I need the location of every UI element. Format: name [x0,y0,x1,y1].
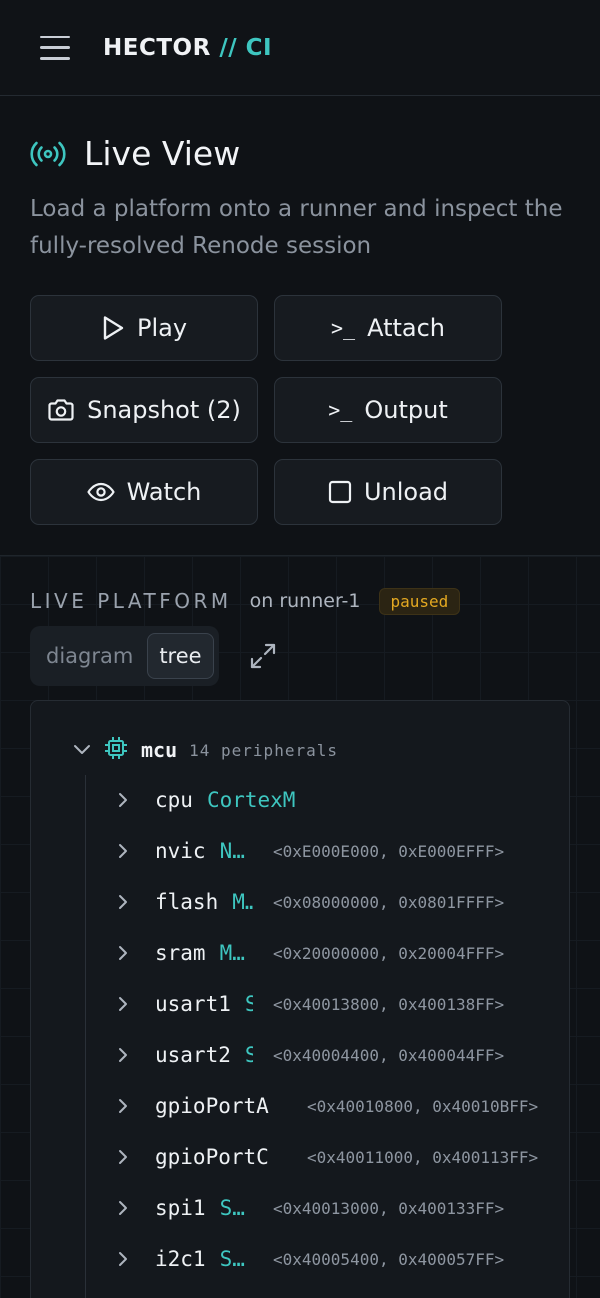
tree-node-gpioportc[interactable]: gpioPortC <0x40011000, 0x400113FF> [117,1142,538,1172]
view-toggle: diagram tree [30,626,219,686]
play-icon [101,315,125,341]
snapshot-button-label: Snapshot (2) [87,396,241,424]
node-type: CortexM [206,788,296,812]
terminal-icon: >_ [328,398,353,422]
live-platform-section: LIVE PLATFORM on runner-1 paused diagram… [0,556,600,1298]
output-button[interactable]: >_ Output [274,377,502,443]
brand-accent: // CI [219,34,273,61]
node-name: sram [155,941,206,965]
section-label: LIVE PLATFORM [30,589,232,613]
unload-button-label: Unload [363,478,449,506]
node-range: <0xE000E000, 0xE000EFFF> [273,841,505,861]
tree-node-spi1[interactable]: spi1 STM32SPI <0x40013000, 0x400133FF> [117,1193,504,1223]
tree-node-usart2[interactable]: usart2 STM32_UART <0x40004400, 0x400044F… [117,1040,504,1070]
node-name: flash [155,890,219,914]
node-range: <0x40013800, 0x400138FF> [273,994,505,1014]
chevron-right-icon[interactable] [117,894,131,910]
attach-button-label: Attach [367,314,446,342]
eye-icon [87,482,115,502]
node-range: <0x08000000, 0x0801FFFF> [273,892,505,912]
node-type: STM32_UART [245,992,253,1016]
node-name: nvic [155,839,206,863]
watch-button[interactable]: Watch [30,459,258,525]
page-subtitle: Load a platform onto a runner and inspec… [30,196,563,259]
node-name: gpioPortA [155,1094,269,1118]
root-count: 14 peripherals [189,740,338,760]
broadcast-icon [30,139,66,169]
node-name: usart1 [155,992,231,1016]
tree-node-usart1[interactable]: usart1 STM32_UART <0x40013800, 0x400138F… [117,989,504,1019]
chevron-down-icon[interactable] [73,741,91,760]
tree-node-flash[interactable]: flash Memory <0x08000000, 0x0801FFFF> [117,887,504,917]
view-option-diagram[interactable]: diagram [46,644,133,668]
chevron-right-icon[interactable] [117,1149,131,1165]
node-range: <0x40010800, 0x40010BFF> [307,1096,539,1116]
snapshot-button[interactable]: Snapshot (2) [30,377,258,443]
chevron-right-icon[interactable] [117,996,131,1012]
terminal-icon: >_ [330,316,356,340]
play-button[interactable]: Play [30,295,258,361]
tree-root-mcu[interactable]: mcu 14 peripherals [73,735,338,765]
unload-button[interactable]: Unload [274,459,502,525]
camera-icon [47,398,75,422]
node-type: Memory [219,941,252,965]
top-bar: HECTOR // CI [0,0,600,96]
node-type: STM32F4_I2C [219,1247,256,1271]
page-title: Live View [84,134,241,173]
stop-square-icon [328,480,352,504]
live-view-section: Live View Load a platform onto a runner … [0,96,600,556]
root-name: mcu [141,738,178,762]
chevron-right-icon[interactable] [117,945,131,961]
chevron-right-icon[interactable] [117,1047,131,1063]
node-name: gpioPortC [155,1145,269,1169]
status-badge: paused [378,587,461,615]
runner-name: on runner-1 [249,590,361,612]
chevron-right-icon[interactable] [117,843,131,859]
tree-node-sram[interactable]: sram Memory <0x20000000, 0x20004FFF> [117,938,504,968]
tree-node-gpioporta[interactable]: gpioPortA <0x40010800, 0x40010BFF> [117,1091,538,1121]
action-buttons: Play >_ Attach Snapshot (2) >_ Output Wa… [30,295,570,525]
attach-button[interactable]: >_ Attach [274,295,502,361]
play-button-label: Play [136,314,188,342]
hamburger-icon[interactable] [40,35,70,60]
tree-panel: mcu 14 peripherals cpu CortexM nvic NVIC… [30,700,570,1298]
watch-button-label: Watch [126,478,202,506]
chevron-right-icon[interactable] [117,1200,131,1216]
node-type: STM32SPI [219,1196,256,1220]
chevron-right-icon[interactable] [117,792,131,808]
node-name: cpu [155,788,193,812]
tree-node-i2c1[interactable]: i2c1 STM32F4_I2C <0x40005400, 0x400057FF… [117,1244,504,1274]
node-range: <0x40011000, 0x400113FF> [307,1147,539,1167]
brand-logo[interactable]: HECTOR // CI [103,35,272,61]
chevron-right-icon[interactable] [117,1251,131,1267]
node-name: i2c1 [155,1247,206,1271]
node-name: spi1 [155,1196,206,1220]
node-type: STM32_UART [245,1043,253,1067]
output-button-label: Output [364,396,448,424]
node-range: <0x40005400, 0x400057FF> [273,1249,505,1269]
tree-node-nvic[interactable]: nvic NVIC <0xE000E000, 0xE000EFFF> [117,836,504,866]
expand-icon[interactable] [249,642,277,670]
tree-guide-line [85,775,86,1298]
node-type: Memory [232,890,254,914]
node-type: NVIC [219,839,254,863]
view-option-tree[interactable]: tree [147,633,214,679]
node-range: <0x20000000, 0x20004FFF> [273,943,505,963]
brand-name: HECTOR [103,34,211,61]
chip-icon [103,735,129,765]
node-name: usart2 [155,1043,231,1067]
node-range: <0x40013000, 0x400133FF> [273,1198,505,1218]
node-range: <0x40004400, 0x400044FF> [273,1045,505,1065]
tree-node-cpu[interactable]: cpu CortexM [117,785,295,815]
chevron-right-icon[interactable] [117,1098,131,1114]
